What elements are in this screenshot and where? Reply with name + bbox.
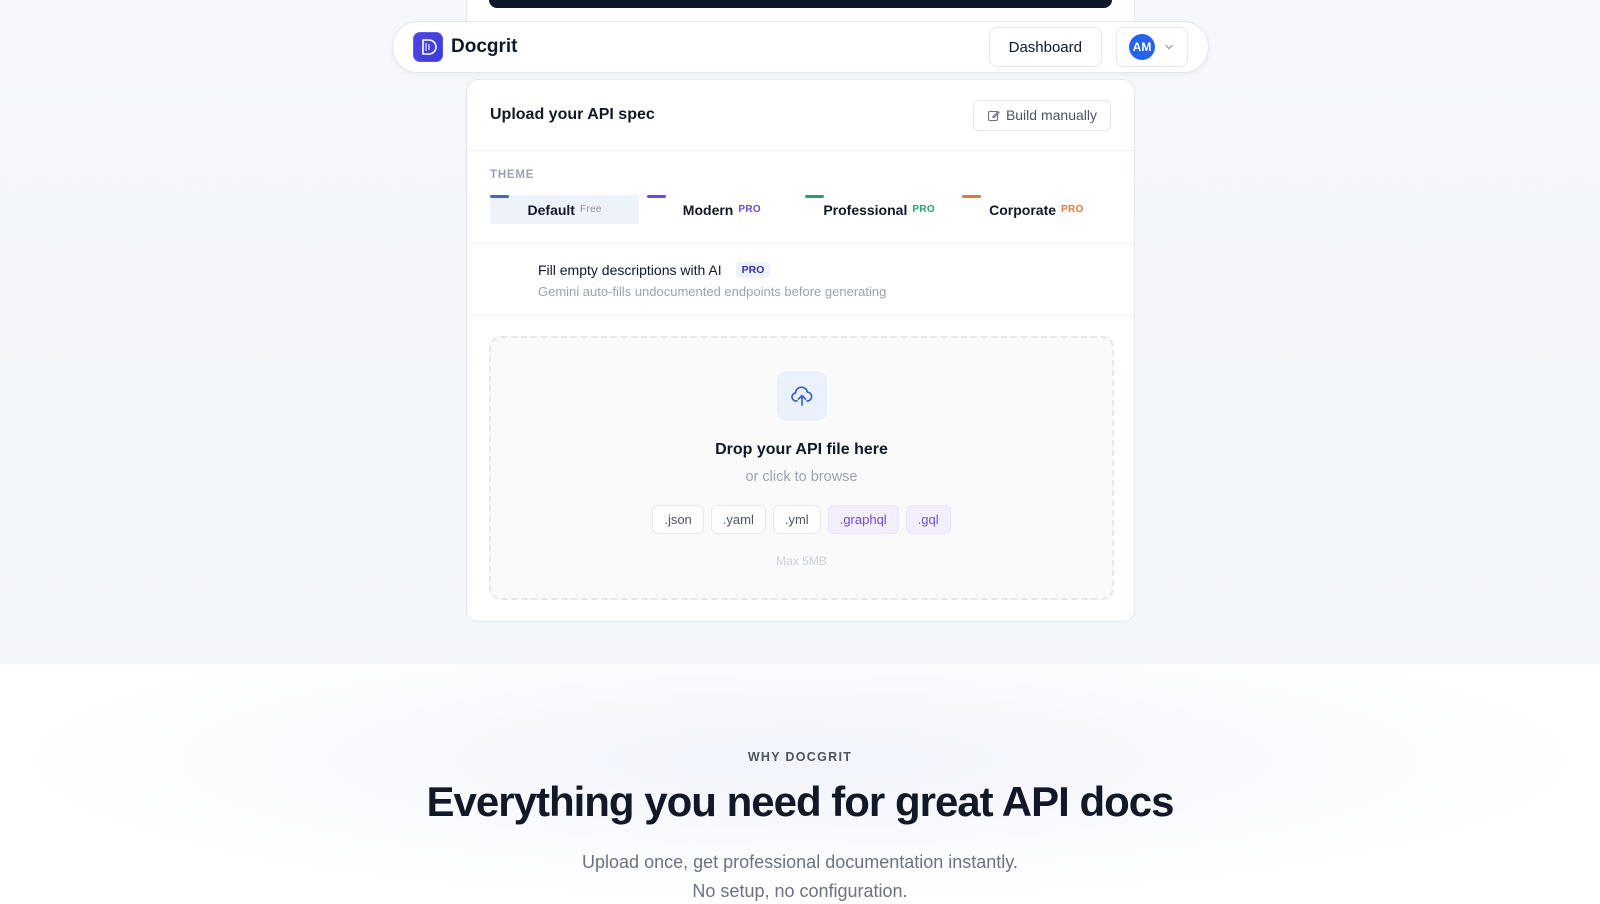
features-section: WHY DOCGRIT Everything you need for grea… [0,664,1600,904]
features-eyebrow: WHY DOCGRIT [747,750,853,764]
dropzone-title: Drop your API file here [715,441,888,458]
ext-gql: .gql [905,505,951,534]
theme-option-default[interactable]: Default Free [490,195,640,224]
upload-card-title: Upload your API spec [490,106,655,123]
theme-color-bar [804,195,824,198]
theme-options: Default Free Modern PRO Professional PRO… [490,195,1111,224]
theme-option-corporate[interactable]: Corporate PRO [961,195,1111,224]
chevron-down-icon [1165,44,1173,50]
theme-tag: PRO [1061,204,1084,215]
features-headline: Everything you need for great API docs [426,778,1175,825]
theme-name: Professional [823,201,908,218]
theme-name: Default [527,201,575,218]
avatar: AM [1129,34,1155,60]
build-manually-label: Build manually [1005,107,1097,123]
cloud-upload-icon [776,371,827,421]
user-menu-button[interactable]: AM [1116,27,1188,67]
ext-graphql: .graphql [827,505,899,534]
theme-section: THEME Default Free Modern PRO Profession… [467,151,1134,244]
file-extensions: .json .yaml .yml .graphql .gql [652,505,951,534]
upload-card: Upload your API spec Build manually THEM… [466,79,1135,622]
theme-tag: PRO [912,204,935,215]
theme-color-bar [961,195,981,198]
max-file-size: Max 5MB [776,554,827,568]
dashboard-button[interactable]: Dashboard [988,27,1102,67]
ai-fill-row: Fill empty descriptions with AI PRO [538,262,1134,278]
features-subline-1: Upload once, get professional documentat… [582,852,1018,872]
features-subline-2: No setup, no configuration. [692,881,908,901]
file-dropzone[interactable]: Drop your API file here or click to brow… [489,336,1114,600]
brand-name[interactable]: Docgrit [451,36,518,58]
top-navbar: Docgrit Dashboard AM [392,21,1209,73]
docgrit-logo-icon[interactable] [413,32,443,62]
ext-yml: .yml [772,505,821,534]
theme-color-bar [490,195,509,198]
build-manually-button[interactable]: Build manually [972,99,1111,131]
theme-label: THEME [490,169,535,181]
theme-tag: Free [579,204,602,215]
theme-name: Modern [682,201,734,218]
features-subline: Upload once, get professional documentat… [0,848,1600,904]
upload-card-header: Upload your API spec Build manually [467,80,1134,151]
theme-name: Corporate [989,201,1057,218]
ai-fill-toggle[interactable]: Fill empty descriptions with AI PRO Gemi… [467,244,1134,316]
ext-yaml: .yaml [710,505,766,534]
dropzone-subtitle: or click to browse [745,469,858,485]
ext-json: .json [652,505,704,534]
theme-option-professional[interactable]: Professional PRO [804,195,954,224]
previous-card-edge [466,0,1135,22]
ai-fill-title: Fill empty descriptions with AI [538,262,722,278]
theme-color-bar [647,195,667,198]
theme-tag: PRO [738,204,761,215]
edit-icon [987,110,1000,121]
ai-fill-subtitle: Gemini auto-fills undocumented endpoints… [538,284,887,299]
pro-badge: PRO [735,262,771,278]
previous-card-dark-bar [489,0,1112,8]
theme-option-modern[interactable]: Modern PRO [647,195,796,224]
